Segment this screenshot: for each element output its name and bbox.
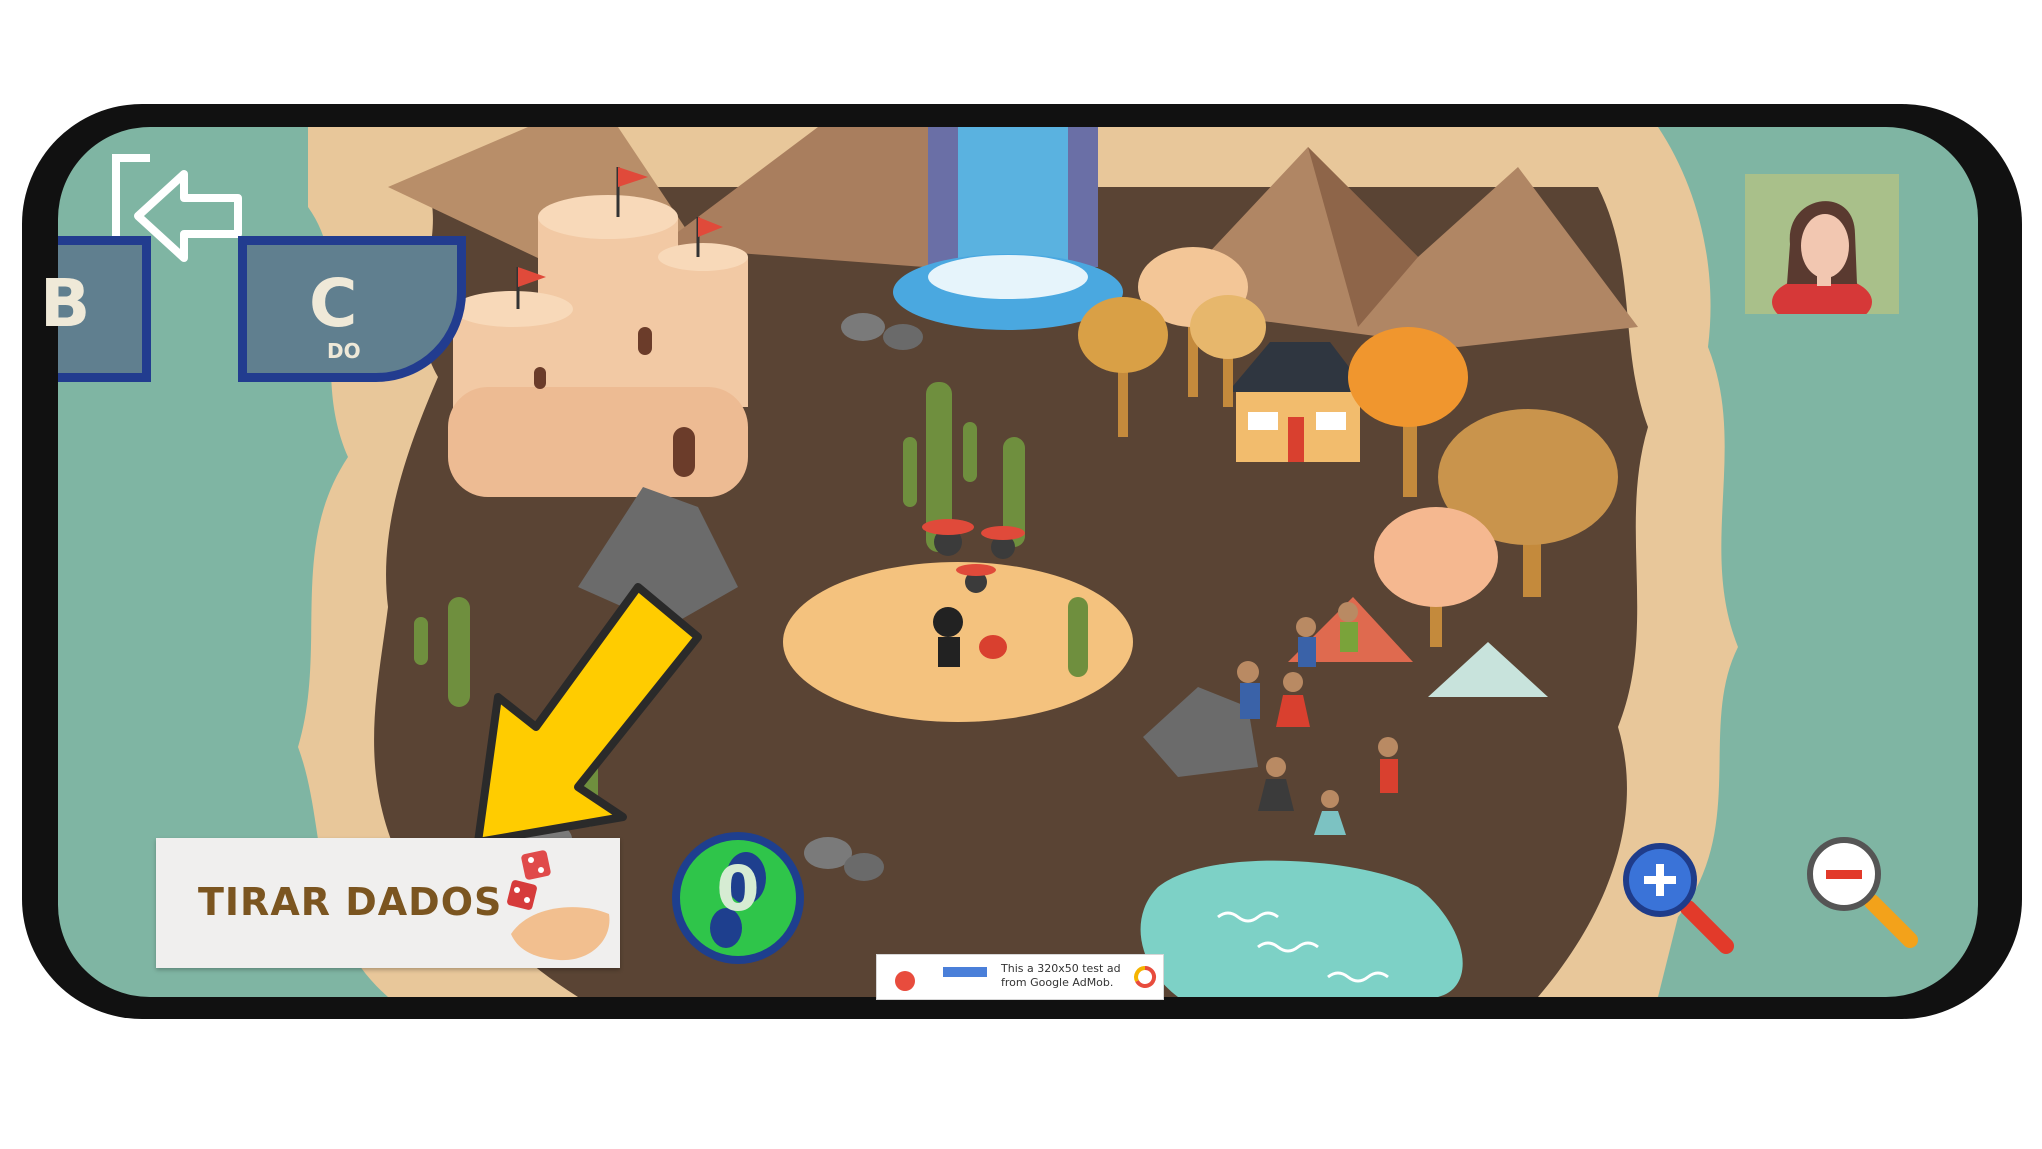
user-avatar-icon xyxy=(1772,201,1872,328)
steps-counter[interactable]: 0 xyxy=(672,832,804,964)
zoom-out-button[interactable] xyxy=(1802,832,1922,952)
ad-banner[interactable]: This a 320x50 test ad from Google AdMob. xyxy=(876,954,1164,1000)
tile-previous-letter: B xyxy=(40,265,91,342)
tile-previous: B xyxy=(40,236,151,382)
admob-logo-icon xyxy=(1134,965,1157,988)
tile-current: C DO xyxy=(238,236,466,382)
steps-count: 0 xyxy=(716,852,760,925)
roll-dice-button[interactable]: TIRAR DADOS xyxy=(156,838,620,968)
ad-text: This a 320x50 test ad from Google AdMob. xyxy=(1001,962,1121,989)
player-avatar[interactable] xyxy=(1745,174,1899,328)
zoom-out-icon xyxy=(1807,837,1918,948)
roll-dice-label: TIRAR DADOS xyxy=(198,880,503,924)
dice-hand-icon xyxy=(507,850,610,961)
tile-current-letter: C xyxy=(309,265,358,342)
tile-current-note: DO xyxy=(327,339,361,363)
zoom-in-icon xyxy=(1623,843,1734,954)
ad-graphic-icon xyxy=(895,967,987,991)
zoom-in-button[interactable] xyxy=(1618,838,1738,958)
